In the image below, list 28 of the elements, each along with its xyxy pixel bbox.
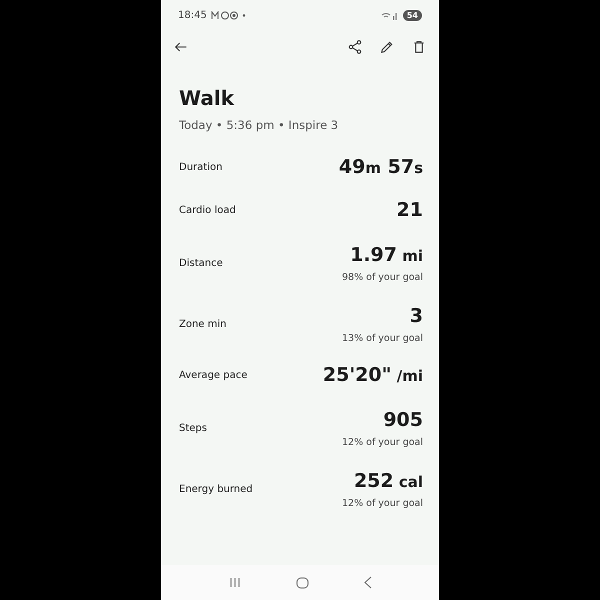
metric-label: Energy burned — [179, 484, 253, 494]
metric-value: 21 — [396, 199, 423, 221]
goal-progress-text: 13% of your goal — [342, 332, 423, 344]
activity-subtitle: Today • 5:36 pm • Inspire 3 — [179, 118, 340, 132]
metric-label: Cardio load — [179, 204, 236, 216]
recent-apps-icon[interactable] — [228, 577, 240, 588]
battery-level: 54 — [402, 10, 422, 20]
metric-value: 49m 57s — [338, 156, 423, 178]
back-icon[interactable] — [364, 576, 372, 589]
signal-icon — [380, 10, 399, 20]
status-time: 18:45 — [178, 10, 207, 20]
activity-title: Walk — [179, 86, 236, 110]
metric-value: 1.97 mi — [350, 244, 423, 266]
share-icon[interactable] — [347, 39, 363, 55]
metric-value: 252 cal — [354, 470, 423, 492]
metric-label: Steps — [179, 422, 207, 434]
home-icon[interactable] — [296, 576, 308, 588]
metric-label: Zone min — [179, 318, 226, 330]
metric-value: 905 — [383, 408, 423, 430]
metric-label: Duration — [179, 162, 222, 172]
metric-value: 3 — [410, 304, 423, 326]
goal-progress-text: 98% of your goal — [342, 272, 423, 282]
goal-progress-text: 12% of your goal — [342, 498, 423, 508]
metric-value: 25'20" /mi — [322, 364, 423, 386]
edit-pencil-icon[interactable] — [379, 39, 395, 55]
goal-progress-text: 12% of your goal — [342, 436, 423, 448]
metric-label: Distance — [179, 258, 223, 268]
metric-label: Average pace — [179, 370, 248, 380]
